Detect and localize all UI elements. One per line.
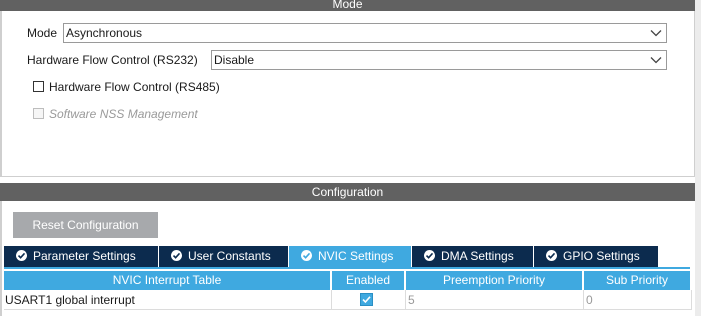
tab-underline [4, 267, 690, 269]
checkmark-circle-icon [16, 250, 27, 261]
table-row-interrupt-name[interactable]: USART1 global interrupt [4, 290, 332, 310]
hw-flow-rs232-label: Hardware Flow Control (RS232) [27, 53, 198, 67]
mode-label: Mode [27, 26, 58, 40]
software-nss-checkbox[interactable] [33, 108, 44, 119]
tab-dma-settings[interactable]: DMA Settings [412, 246, 533, 267]
mode-section-title: Mode [332, 0, 363, 11]
hw-flow-rs485-label: Hardware Flow Control (RS485) [49, 80, 220, 94]
tab-label: DMA Settings [441, 249, 514, 263]
configuration-header: Configuration [0, 183, 695, 201]
tab-gpio-settings[interactable]: GPIO Settings [534, 246, 658, 267]
table-row-sub-priority[interactable]: 0 [584, 290, 692, 310]
tab-label: GPIO Settings [563, 249, 640, 263]
reset-configuration-button[interactable]: Reset Configuration [13, 212, 158, 238]
tab-user-constants[interactable]: User Constants [159, 246, 288, 267]
right-scroll-gutter[interactable] [695, 0, 701, 316]
table-row-enabled-cell [332, 290, 406, 310]
tab-label: Parameter Settings [33, 249, 136, 263]
column-header-enabled[interactable]: Enabled [332, 271, 404, 290]
column-header-interrupt-table[interactable]: NVIC Interrupt Table [4, 271, 330, 290]
chevron-down-icon [650, 30, 662, 37]
mode-section-header: Mode [0, 0, 695, 11]
checkmark-icon [362, 296, 371, 304]
checkmark-circle-icon [171, 250, 182, 261]
table-row-preemption-priority[interactable]: 5 [406, 290, 584, 310]
hw-flow-rs485-checkbox[interactable] [33, 81, 44, 92]
enabled-checkbox[interactable] [360, 293, 373, 306]
configuration-title: Configuration [311, 185, 384, 199]
checkmark-circle-icon [424, 250, 435, 261]
tab-nvic-settings[interactable]: NVIC Settings [289, 246, 411, 267]
column-header-preemption-priority[interactable]: Preemption Priority [406, 271, 582, 290]
column-header-sub-priority[interactable]: Sub Priority [584, 271, 690, 290]
chevron-down-icon [650, 57, 662, 64]
hw-flow-rs232-select[interactable]: Disable [211, 50, 667, 70]
mode-select[interactable]: Asynchronous [63, 23, 667, 43]
tab-label: User Constants [188, 249, 271, 263]
mode-select-value: Asynchronous [66, 26, 143, 40]
tab-label: NVIC Settings [318, 249, 394, 263]
checkmark-circle-icon [301, 250, 312, 261]
checkmark-circle-icon [546, 250, 557, 261]
hw-flow-rs232-value: Disable [214, 53, 255, 67]
software-nss-label: Software NSS Management [49, 107, 198, 121]
tab-parameter-settings[interactable]: Parameter Settings [4, 246, 158, 267]
